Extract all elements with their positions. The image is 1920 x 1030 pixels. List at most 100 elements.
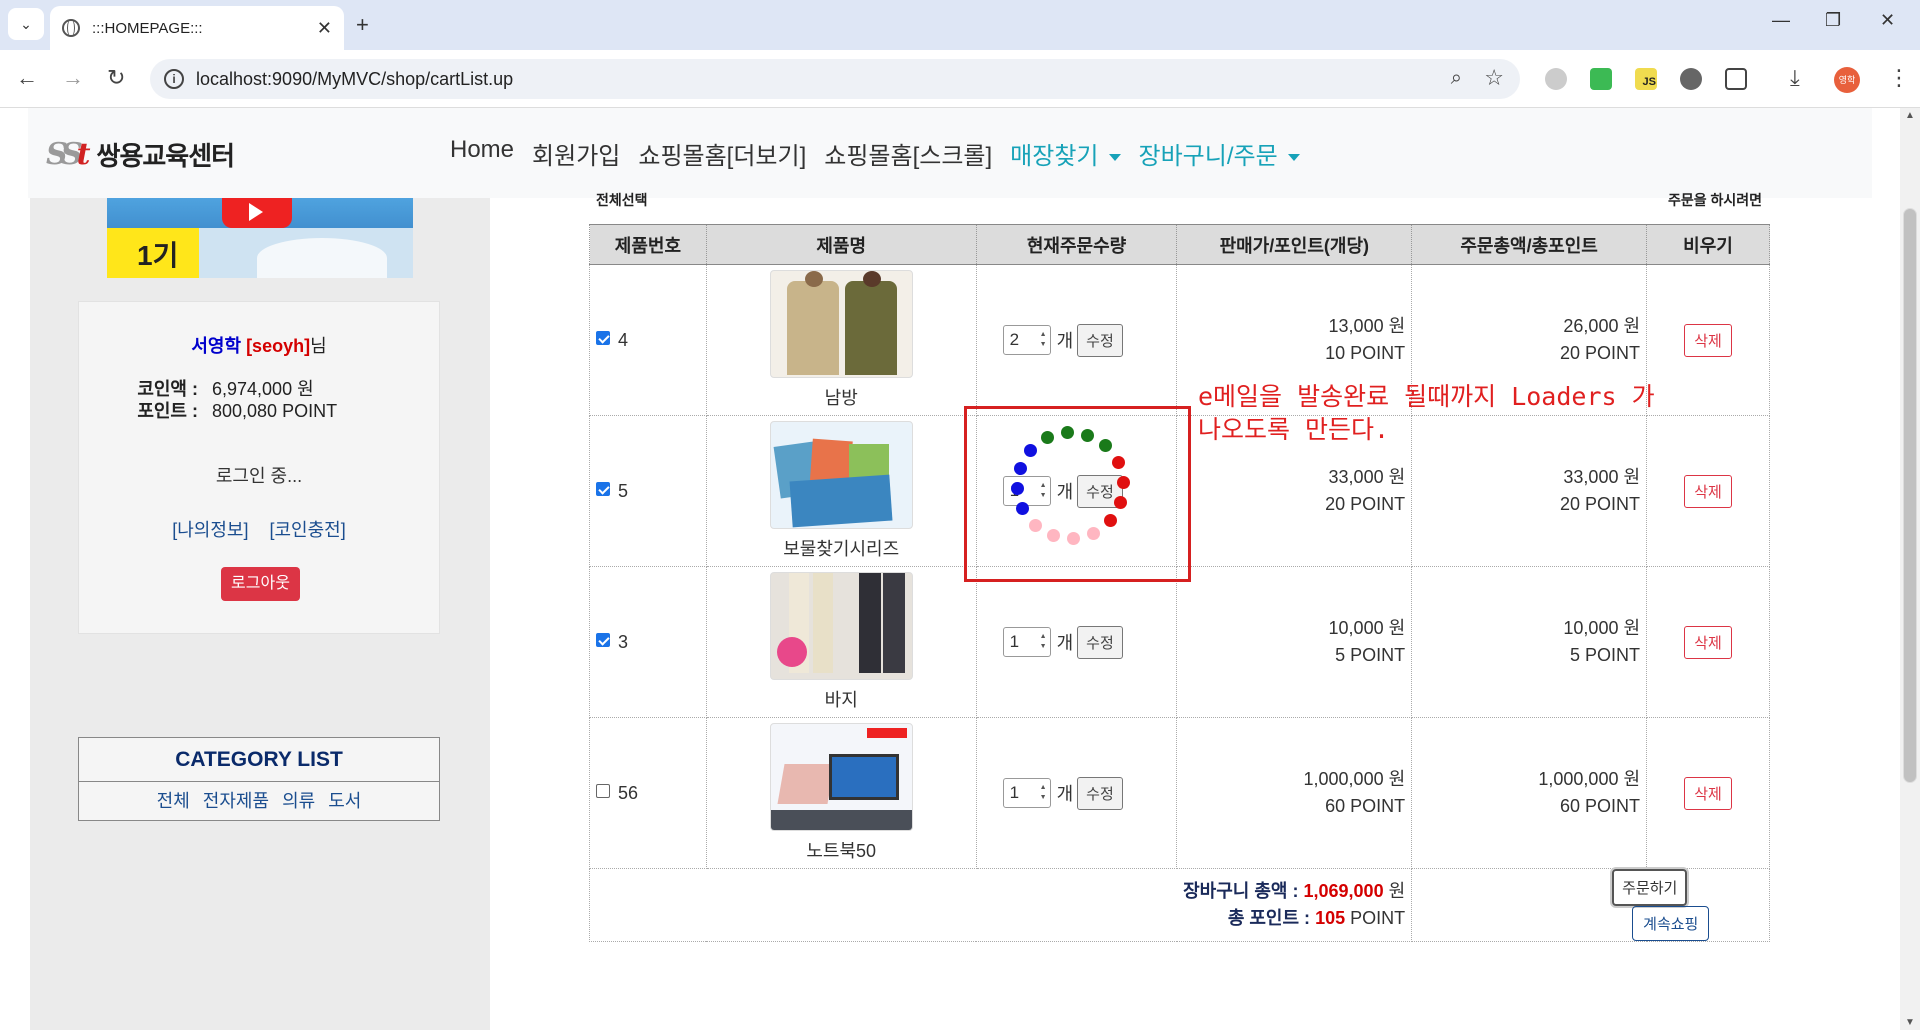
- login-info-box: 서영학 [seoyh]님 코인액 :6,974,000 원 포인트 :800,0…: [78, 301, 440, 634]
- browser-tab[interactable]: :::HOMEPAGE::: ✕: [50, 6, 344, 50]
- coin-value: 6,974,000 원: [212, 379, 314, 399]
- scroll-down-icon[interactable]: ▼: [1905, 1017, 1915, 1028]
- cart-topline: 전체선택 주문을 하시려면: [596, 190, 1762, 210]
- product-cell: 남방: [705, 264, 977, 416]
- site-logo[interactable]: SSt 쌍용교육센터: [46, 136, 235, 173]
- scroll-up-icon[interactable]: ▲: [1905, 110, 1915, 121]
- edit-quantity-button[interactable]: 수정: [1077, 323, 1123, 357]
- delete-button[interactable]: 삭제: [1684, 323, 1732, 357]
- extension-icon-2[interactable]: [1590, 68, 1612, 90]
- download-icon[interactable]: ⤓: [1790, 65, 1800, 91]
- new-tab-button[interactable]: +: [356, 12, 369, 38]
- product-image[interactable]: [769, 421, 913, 529]
- page-viewport: SSt 쌍용교육센터 Home 회원가입 쇼핑몰홈[더보기] 쇼핑몰홈[스크롤]…: [0, 108, 1920, 1030]
- url-text[interactable]: localhost:9090/MyMVC/shop/cartList.up: [196, 69, 513, 90]
- product-name[interactable]: 노트북50: [806, 841, 876, 861]
- extensions-puzzle-icon[interactable]: [1725, 68, 1747, 90]
- logout-button[interactable]: 로그아웃: [221, 567, 300, 601]
- col-total: 주문총액/총포인트: [1411, 224, 1648, 265]
- product-image[interactable]: [769, 270, 913, 378]
- user-name: 서영학: [191, 336, 242, 356]
- cart-summary: 장바구니 총액 : 1,069,000 원 총 포인트 : 105 POINT: [588, 868, 1413, 942]
- nav-shop-more[interactable]: 쇼핑몰홈[더보기]: [638, 136, 806, 171]
- unit-point: 20 POINT: [1325, 494, 1406, 514]
- edit-quantity-button[interactable]: 수정: [1077, 625, 1123, 659]
- delete-button[interactable]: 삭제: [1684, 625, 1732, 659]
- unit-price-cell: 1,000,000 원 60 POINT: [1176, 717, 1413, 869]
- nav-cart-dropdown[interactable]: 장바구니/주문: [1139, 136, 1300, 171]
- row-checkbox[interactable]: [596, 632, 610, 647]
- youtube-banner[interactable]: 1기: [107, 198, 413, 278]
- browser-tab-bar: ⌄ :::HOMEPAGE::: ✕ + — ❐ ✕: [0, 0, 1920, 50]
- user-id: [seoyh]: [246, 336, 311, 356]
- close-window-icon[interactable]: ✕: [1880, 10, 1895, 31]
- continue-shopping-button[interactable]: 계속쇼핑: [1632, 906, 1710, 941]
- coin-charge-link[interactable]: [코인충전]: [270, 520, 346, 540]
- delete-button[interactable]: 삭제: [1684, 776, 1732, 810]
- spinner-dot: [1103, 514, 1117, 528]
- cart-summary-row: 장바구니 총액 : 1,069,000 원 총 포인트 : 105 POINT …: [588, 868, 1770, 942]
- reload-icon[interactable]: ↻: [107, 65, 125, 91]
- product-no: 5: [618, 480, 629, 501]
- zoom-icon[interactable]: ⌕: [1451, 67, 1462, 90]
- quantity-input[interactable]: 2 ▲ ▼: [1002, 325, 1051, 355]
- logo-mark: SSt: [46, 137, 90, 172]
- edit-quantity-button[interactable]: 수정: [1077, 776, 1123, 810]
- back-icon[interactable]: ←: [16, 65, 38, 91]
- annotation-highlight-box: [964, 406, 1191, 582]
- globe-icon: [62, 19, 80, 37]
- tab-list-button[interactable]: ⌄: [8, 8, 44, 40]
- unit-price: 1,000,000 원: [1303, 769, 1406, 789]
- category-electronics[interactable]: 전자제품: [203, 791, 269, 811]
- row-checkbox[interactable]: [596, 783, 610, 798]
- scrollbar-thumb[interactable]: [1903, 208, 1917, 783]
- spinner-arrows-icon[interactable]: ▲ ▼: [1040, 783, 1047, 803]
- unit-price: 33,000 원: [1328, 467, 1406, 487]
- product-image[interactable]: [769, 723, 913, 831]
- restore-icon[interactable]: ❐: [1825, 10, 1841, 31]
- spinner-dot: [1060, 426, 1074, 440]
- quantity-cell: 1▲▼ 개 수정: [975, 717, 1178, 869]
- order-button[interactable]: 주문하기: [1612, 869, 1688, 906]
- bug-extension-icon[interactable]: [1680, 68, 1702, 90]
- profile-avatar[interactable]: 영학: [1834, 67, 1860, 93]
- address-bar[interactable]: i localhost:9090/MyMVC/shop/cartList.up …: [150, 59, 1520, 99]
- spinner-arrows-icon[interactable]: ▲ ▼: [1040, 632, 1047, 652]
- page-scrollbar[interactable]: ▲ ▼: [1900, 108, 1920, 1030]
- minimize-icon[interactable]: —: [1772, 10, 1790, 31]
- row-checkbox[interactable]: [596, 481, 610, 496]
- category-books[interactable]: 도서: [328, 791, 361, 811]
- point-label: 포인트 :: [137, 401, 198, 421]
- unit-label: 개: [1056, 633, 1074, 653]
- select-all-label[interactable]: 전체선택: [596, 192, 648, 208]
- product-name[interactable]: 보물찾기시리즈: [783, 539, 899, 559]
- cart-sum-value: 1,069,000: [1303, 881, 1384, 901]
- quantity-input[interactable]: 1▲▼: [1002, 627, 1051, 657]
- menu-kebab-icon[interactable]: ⋮: [1888, 65, 1910, 91]
- col-product-no: 제품번호: [589, 224, 707, 265]
- cart-sum-unit: 원: [1388, 881, 1406, 901]
- quantity-input[interactable]: 1▲▼: [1002, 778, 1051, 808]
- category-all[interactable]: 전체: [157, 791, 190, 811]
- spinner-arrows-icon[interactable]: ▲ ▼: [1040, 330, 1047, 350]
- total-cell: 1,000,000 원 60 POINT: [1411, 717, 1648, 869]
- js-extension-icon[interactable]: JS: [1635, 68, 1657, 90]
- site-info-icon[interactable]: i: [164, 69, 184, 89]
- close-tab-icon[interactable]: ✕: [317, 18, 332, 39]
- nav-home[interactable]: Home: [450, 136, 514, 171]
- delete-button[interactable]: 삭제: [1684, 474, 1732, 508]
- bookmark-star-icon[interactable]: ☆: [1484, 65, 1504, 91]
- delete-cell: 삭제: [1646, 566, 1770, 718]
- total-point-unit: POINT: [1350, 908, 1406, 928]
- product-name[interactable]: 남방: [825, 388, 858, 408]
- product-name[interactable]: 바지: [825, 690, 858, 710]
- nav-signup[interactable]: 회원가입: [532, 136, 620, 171]
- nav-store-dropdown[interactable]: 매장찾기: [1010, 136, 1120, 171]
- forward-icon[interactable]: →: [62, 65, 84, 91]
- extension-icon-1[interactable]: [1545, 68, 1567, 90]
- category-clothing[interactable]: 의류: [282, 791, 315, 811]
- my-info-link[interactable]: [나의정보]: [172, 520, 248, 540]
- product-image[interactable]: [769, 572, 913, 680]
- row-checkbox[interactable]: [596, 330, 610, 345]
- nav-shop-scroll[interactable]: 쇼핑몰홈[스크롤]: [824, 136, 992, 171]
